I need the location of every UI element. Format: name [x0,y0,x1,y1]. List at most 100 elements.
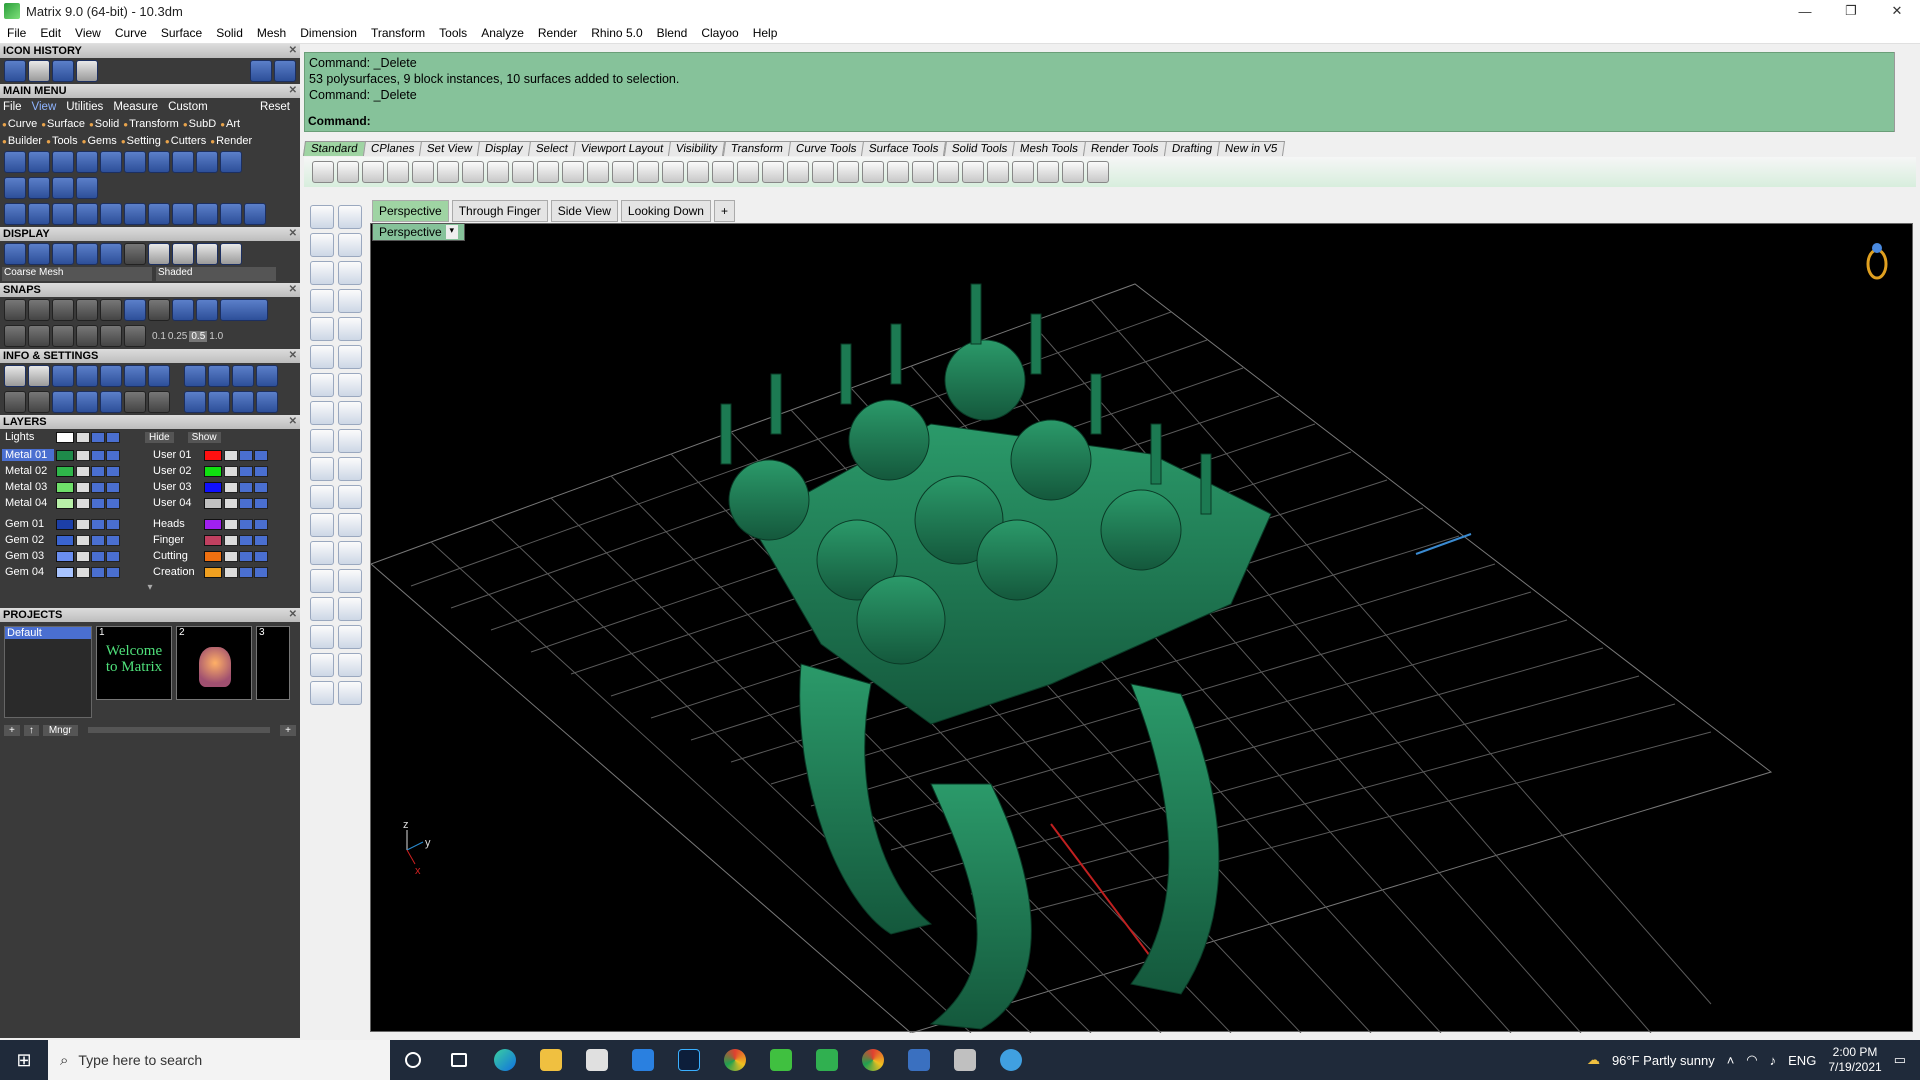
paint-icon[interactable] [338,681,362,705]
menu-curve[interactable]: Curve [108,26,154,40]
tool-icon[interactable] [4,151,26,173]
tab-select[interactable]: Select [528,141,577,156]
points-icon[interactable] [812,161,834,183]
tab-solid-tools[interactable]: Solid Tools [943,141,1016,156]
layer-name[interactable]: Gem 02 [2,534,54,546]
ortho-icon[interactable] [220,299,268,321]
layer-row[interactable]: Metal 02 [2,463,150,479]
layer-toggle[interactable] [91,497,105,509]
layer-toggle[interactable] [254,465,268,477]
tools-icon[interactable] [1062,161,1084,183]
lock-icon[interactable] [862,161,884,183]
layer-toggle[interactable] [76,518,90,530]
info-icon[interactable] [124,391,146,413]
info-icon[interactable] [100,365,122,387]
layer-toggle[interactable] [76,566,90,578]
text-icon[interactable] [310,541,334,565]
layer-toggle[interactable] [224,481,238,493]
layer-name[interactable]: Finger [150,534,202,546]
photos-icon[interactable] [896,1040,942,1080]
layer-color[interactable] [56,481,74,493]
print-icon[interactable] [387,161,409,183]
tab-perspective[interactable]: Perspective [372,200,449,222]
layer-toggle[interactable] [239,497,253,509]
layer-toggle[interactable] [224,465,238,477]
edge-icon[interactable] [482,1040,528,1080]
clock[interactable]: 2:00 PM 7/19/2021 [1828,1045,1881,1075]
circle-icon[interactable] [310,261,334,285]
layer-toggle[interactable] [239,449,253,461]
layer-row[interactable]: Gem 03 [2,548,150,564]
mm-file[interactable]: File [3,101,22,113]
solid-icon[interactable] [310,597,334,621]
extrude-icon[interactable] [338,401,362,425]
rectangle-icon[interactable] [338,289,362,313]
close-icon[interactable]: ✕ [289,283,297,297]
layer-toggle[interactable] [254,566,268,578]
back-arrow-icon[interactable] [250,60,272,82]
layer-toggle[interactable] [76,465,90,477]
close-icon[interactable]: ✕ [289,84,297,98]
tool-icon[interactable] [172,151,194,173]
menu-rhino[interactable]: Rhino 5.0 [584,26,649,40]
rotate-view-icon[interactable] [687,161,709,183]
language-indicator[interactable]: ENG [1788,1053,1816,1068]
layer-toggle[interactable] [254,518,268,530]
layer-toggle[interactable] [76,550,90,562]
info-icon[interactable] [52,391,74,413]
snap-icon[interactable] [100,325,122,347]
tool-icon[interactable] [4,177,26,199]
add-project-button[interactable]: + [4,724,20,736]
flag-icon[interactable] [1012,161,1034,183]
layer-toggle[interactable] [239,550,253,562]
menu-mesh[interactable]: Mesh [250,26,293,40]
analyze-icon[interactable] [338,429,362,453]
tag-transform[interactable]: Transform [123,118,179,130]
info-icon[interactable] [4,391,26,413]
layer-color[interactable] [204,497,222,509]
layer-toggle[interactable] [91,481,105,493]
perspective-viewport[interactable]: z y x [370,223,1913,1034]
scale-icon[interactable] [338,569,362,593]
layer-color[interactable] [204,566,222,578]
open-folder-icon[interactable] [76,60,98,82]
layer-toggle[interactable] [76,481,90,493]
cplane-icon[interactable] [762,161,784,183]
snap-icon[interactable] [52,325,74,347]
tag-setting[interactable]: Setting [121,135,161,147]
menu-dimension[interactable]: Dimension [293,26,364,40]
close-icon[interactable]: ✕ [289,415,297,429]
target-icon[interactable] [787,161,809,183]
menu-transform[interactable]: Transform [364,26,432,40]
tab-set-view[interactable]: Set View [419,141,481,156]
layer-name[interactable]: Gem 01 [2,518,54,530]
menu-surface[interactable]: Surface [154,26,209,40]
tool-icon[interactable] [76,151,98,173]
snap-icon[interactable] [124,325,146,347]
layer-toggle[interactable] [239,465,253,477]
polygon-icon[interactable] [310,289,334,313]
info-icon[interactable] [148,391,170,413]
project-thumb[interactable]: 1 Welcome to Matrix [96,626,172,700]
grid-icon[interactable] [712,161,734,183]
tab-surface-tools[interactable]: Surface Tools [861,141,947,156]
paste-icon[interactable] [487,161,509,183]
menu-analyze[interactable]: Analyze [474,26,531,40]
info-icon[interactable] [184,365,206,387]
layer-name[interactable]: Metal 02 [2,465,54,477]
copy-icon[interactable] [462,161,484,183]
arc-icon[interactable] [310,317,334,341]
layer-color[interactable] [204,481,222,493]
zoom-extents-icon[interactable] [637,161,659,183]
document-icon[interactable] [28,60,50,82]
menu-edit[interactable]: Edit [33,26,68,40]
task-view-icon[interactable] [436,1040,482,1080]
layer-color[interactable] [56,518,74,530]
layer-toggle[interactable] [106,534,120,546]
loft-icon[interactable] [338,345,362,369]
tab-side-view[interactable]: Side View [550,200,618,222]
menu-view[interactable]: View [68,26,108,40]
tab-display[interactable]: Display [477,141,532,156]
cut-icon[interactable] [437,161,459,183]
tab-transform[interactable]: Transform [722,141,791,156]
